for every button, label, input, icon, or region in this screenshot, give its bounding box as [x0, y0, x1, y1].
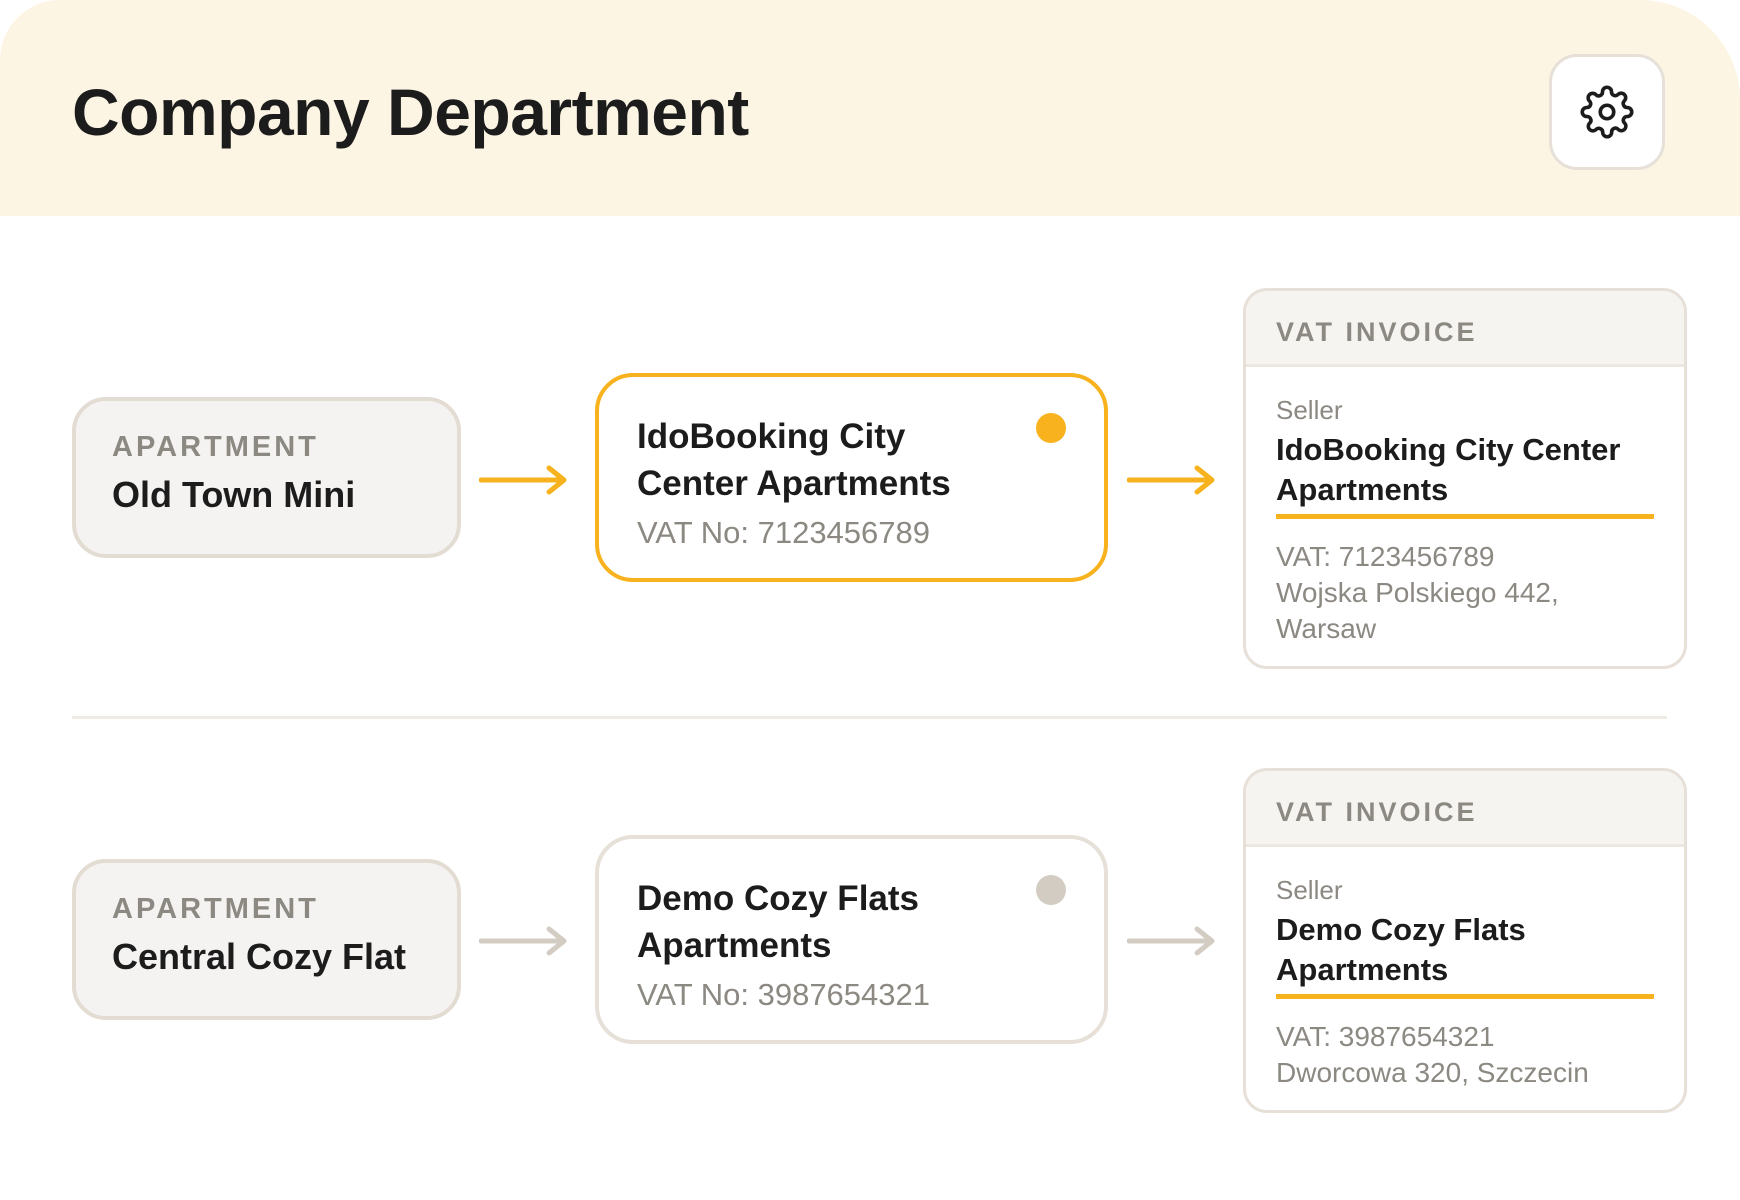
company-vat: VAT No: 7123456789: [637, 515, 931, 550]
settings-button[interactable]: [1549, 54, 1665, 170]
company-card-idobooking[interactable]: IdoBooking City Center Apartments VAT No…: [595, 373, 1108, 582]
inactive-status-dot: [1036, 875, 1066, 905]
seller-address: Dworcowa 320, Szczecin: [1276, 1057, 1589, 1088]
apartment-label: APARTMENT: [112, 893, 319, 925]
apartment-name: Old Town Mini: [112, 474, 356, 515]
company-card-demo-cozy-flats[interactable]: Demo Cozy Flats Apartments VAT No: 39876…: [595, 835, 1108, 1044]
seller-vat: VAT: 3987654321: [1276, 1021, 1495, 1052]
gear-icon: [1580, 85, 1634, 139]
company-name: IdoBooking City Center Apartments: [637, 417, 951, 503]
seller-name: IdoBooking City Center Apartments: [1276, 430, 1654, 519]
seller-name: Demo Cozy Flats Apartments: [1276, 910, 1654, 999]
vat-invoice-card: VAT INVOICE Seller Demo Cozy Flats Apart…: [1243, 768, 1687, 1113]
arrow-right-icon: [1127, 926, 1215, 956]
arrow-right-icon: [479, 926, 567, 956]
invoice-heading: VAT INVOICE: [1246, 771, 1684, 847]
apartment-name: Central Cozy Flat: [112, 936, 407, 977]
seller-address: Wojska Polskiego 442, Warsaw: [1276, 577, 1559, 644]
company-name: Demo Cozy Flats Apartments: [637, 879, 919, 965]
apartment-label: APARTMENT: [112, 431, 319, 463]
arrow-right-icon: [1127, 465, 1215, 495]
active-status-dot: [1036, 413, 1066, 443]
apartment-card-old-town-mini[interactable]: APARTMENT Old Town Mini: [72, 397, 461, 558]
seller-label: Seller: [1276, 395, 1343, 425]
header: Company Department: [0, 0, 1740, 216]
company-vat: VAT No: 3987654321: [637, 977, 931, 1012]
page-title: Company Department: [72, 75, 749, 149]
apartment-card-central-cozy-flat[interactable]: APARTMENT Central Cozy Flat: [72, 859, 461, 1020]
seller-label: Seller: [1276, 875, 1343, 905]
invoice-heading: VAT INVOICE: [1246, 291, 1684, 367]
arrow-right-icon: [479, 465, 567, 495]
company-department-page: Company Department APARTMENT Old Town Mi…: [0, 0, 1740, 1200]
vat-invoice-card: VAT INVOICE Seller IdoBooking City Cente…: [1243, 288, 1687, 669]
row-divider: [72, 716, 1667, 719]
seller-vat: VAT: 7123456789: [1276, 541, 1495, 572]
